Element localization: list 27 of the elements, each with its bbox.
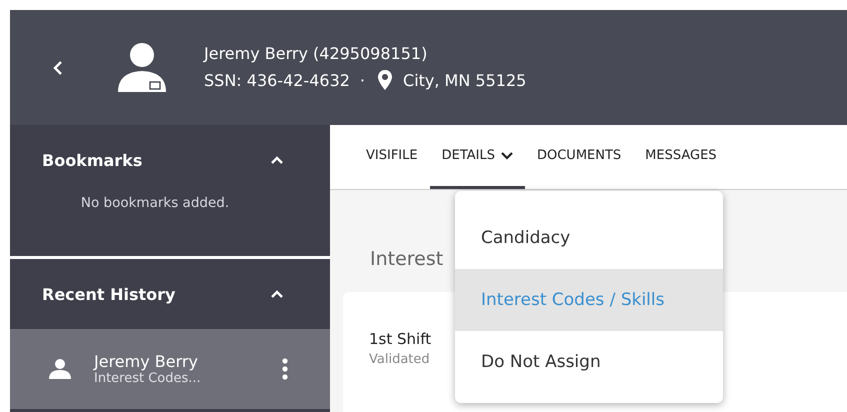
tab[interactable]: VISIFILE <box>354 125 430 189</box>
location-text: City, MN 55125 <box>403 70 526 90</box>
ssn-text: SSN: 436-42-4632 <box>204 70 350 90</box>
person-icon <box>48 358 74 380</box>
location-pin-icon <box>377 69 394 91</box>
collapse-button[interactable] <box>270 155 284 165</box>
history-name: Jeremy Berry <box>94 352 199 371</box>
section-title: Recent History <box>42 284 176 304</box>
chevron-up-icon <box>270 155 284 165</box>
more-options-button[interactable] <box>282 358 288 380</box>
section-heading: Interest <box>370 248 444 270</box>
section-title: Bookmarks <box>42 150 142 170</box>
tab[interactable]: MESSAGES <box>633 125 729 189</box>
card-subtitle: Validated <box>369 352 430 367</box>
candidate-name: Jeremy Berry (4295098151) <box>204 44 428 63</box>
card-title: 1st Shift <box>369 330 432 348</box>
history-subtitle: Interest Codes... <box>94 371 202 386</box>
menu-item[interactable]: Do Not Assign <box>455 331 723 393</box>
kebab-menu-icon <box>282 358 288 380</box>
empty-message: No bookmarks added. <box>80 195 230 211</box>
history-item[interactable]: Jeremy Berry Interest Codes... <box>10 329 330 409</box>
chevron-left-icon <box>52 60 64 76</box>
tab[interactable]: DOCUMENTS <box>524 125 634 189</box>
collapse-button[interactable] <box>270 289 284 299</box>
chevron-up-icon <box>270 289 284 299</box>
menu-item[interactable]: Candidacy <box>455 207 723 269</box>
separator-dot: · <box>360 70 366 90</box>
